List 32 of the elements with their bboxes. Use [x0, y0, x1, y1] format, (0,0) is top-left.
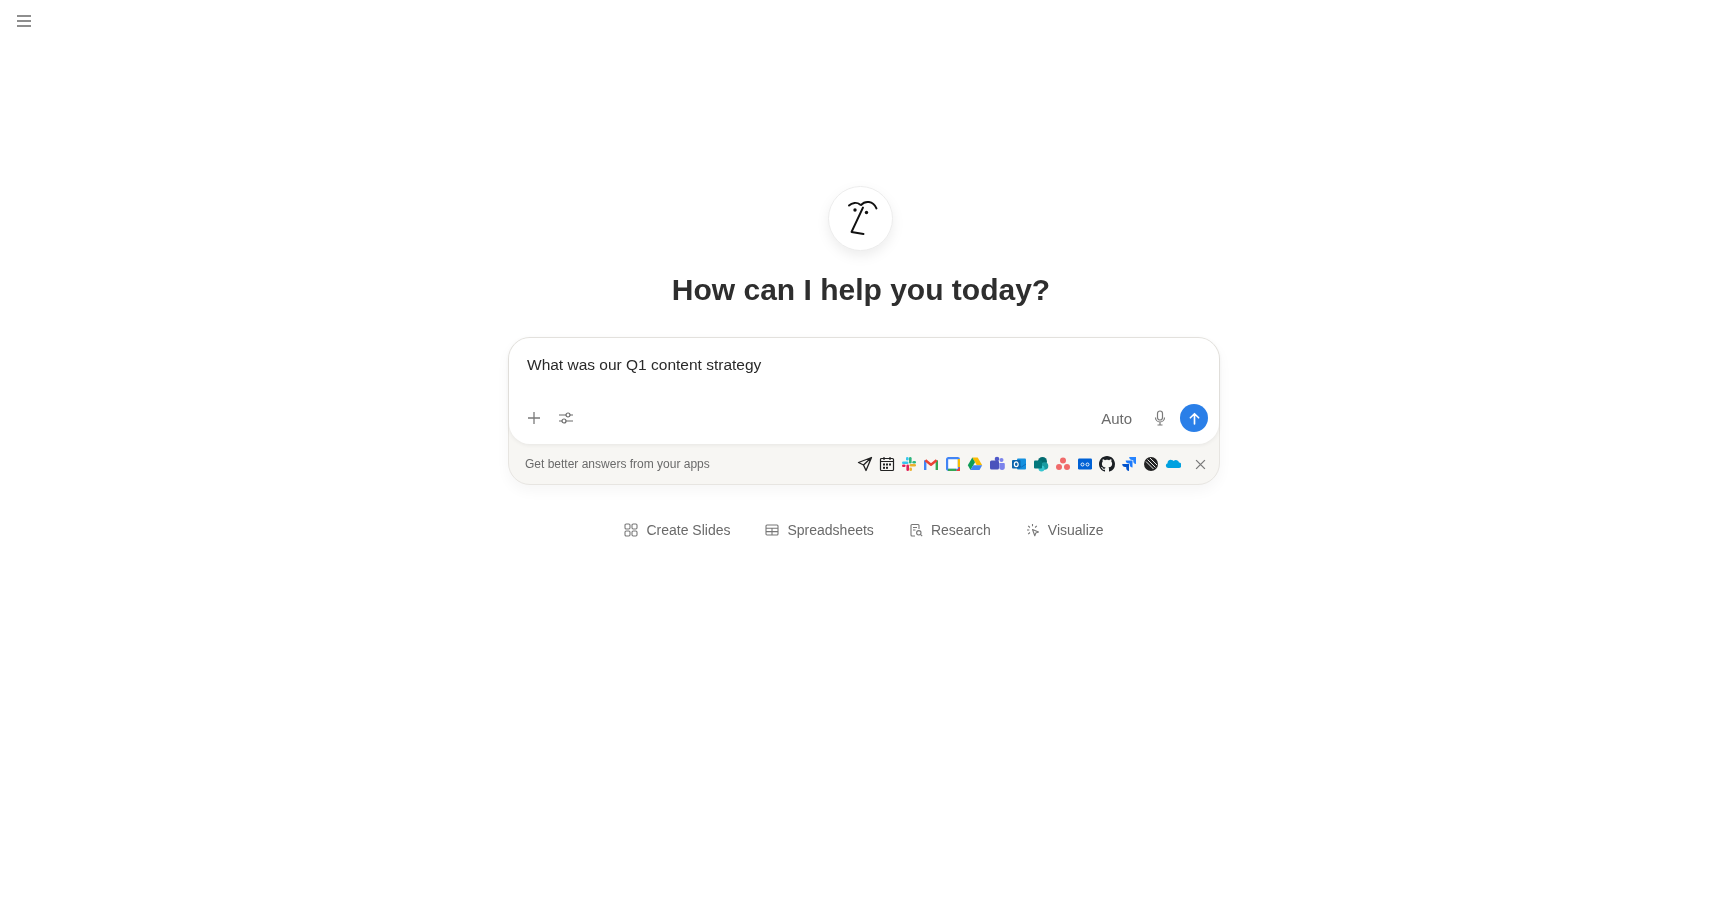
greeting-heading: How can I help you today?	[671, 272, 1051, 308]
menu-icon	[16, 15, 32, 27]
suggestion-button[interactable]: Create Slides	[618, 515, 737, 545]
face-logo-icon	[827, 186, 893, 251]
three-dots-icon	[1055, 456, 1071, 472]
send-button[interactable]	[1180, 404, 1208, 432]
plus-icon	[527, 411, 541, 425]
suggestion-button[interactable]: Spreadsheets	[759, 515, 880, 545]
apps-prompt-text: Get better answers from your apps	[525, 457, 711, 471]
sparkle-cursor-icon	[1025, 523, 1040, 537]
pinwheel-icon	[901, 456, 917, 472]
people-tile-icon	[989, 456, 1005, 472]
message-input[interactable]: What was our Q1 content strategy	[520, 355, 1208, 375]
calendar-icon	[879, 456, 895, 472]
table-icon	[765, 523, 780, 537]
square-frame-icon	[945, 456, 961, 472]
triangle-icon	[967, 456, 983, 472]
striped-circle-icon	[1143, 456, 1159, 472]
sliders-icon	[558, 411, 574, 425]
envelope-tile-icon	[1011, 456, 1027, 472]
close-icon	[1194, 458, 1206, 470]
suggestion-button[interactable]: Research	[902, 515, 997, 545]
paper-plane-icon	[857, 456, 873, 472]
suggestion-button[interactable]: Visualize	[1019, 515, 1110, 545]
document-search-icon	[908, 523, 923, 537]
chevrons-icon	[1121, 456, 1137, 472]
microphone-icon	[1154, 410, 1166, 426]
tile-icon	[1077, 456, 1093, 472]
grid-icon	[624, 523, 639, 537]
mode-selector[interactable]: Auto	[1093, 404, 1140, 432]
arrow-up-icon	[1188, 411, 1200, 425]
circles-tile-icon	[1033, 456, 1049, 472]
